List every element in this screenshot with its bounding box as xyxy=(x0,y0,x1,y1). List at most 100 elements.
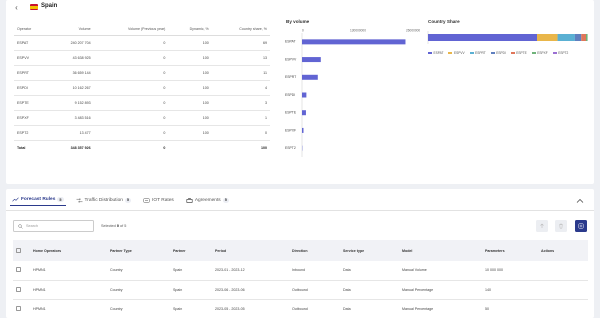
column-header-home-operators: Home Operators xyxy=(30,240,107,261)
delete-button[interactable] xyxy=(555,220,567,232)
row-checkbox[interactable] xyxy=(16,305,21,311)
cell-operator: ESPRT xyxy=(14,65,49,81)
y-tick-label: ESPAT xyxy=(285,40,296,44)
legend-label: ESPAT xyxy=(433,51,444,55)
legend-swatch xyxy=(531,52,536,54)
row-select-cell xyxy=(13,280,30,300)
cell-operator: ESPTE xyxy=(14,95,49,111)
column-header-period: Period xyxy=(212,240,289,261)
tab-count-badge: 5 xyxy=(124,197,132,203)
share-segment xyxy=(574,34,582,41)
tab-label: Traffic Distribution xyxy=(84,197,123,203)
tab-label: Agreements xyxy=(194,197,221,203)
row-checkbox[interactable] xyxy=(16,286,21,292)
x-tick-label: 130000000 xyxy=(350,29,366,32)
cell-partner: Spain xyxy=(170,299,212,318)
volume-bar-chart: 0 130000000 260000000 ESPAT ESPVV ESPRT ESPDI E… xyxy=(285,29,420,157)
collapse-chevron-up-icon[interactable] xyxy=(576,198,584,204)
cell-actions xyxy=(538,299,588,318)
legend-label: ESPDI xyxy=(496,51,506,55)
cell-actions xyxy=(538,280,588,300)
cell-volume: 13 477 xyxy=(48,125,94,141)
column-header-model: Model xyxy=(399,240,482,261)
search-input[interactable] xyxy=(26,224,86,228)
operator-row: ESPXF 3 483 516 0 100 1 xyxy=(14,110,270,126)
legend-label: ESPVV xyxy=(453,51,465,55)
y-tick-label: ESPRT xyxy=(285,75,296,79)
cell-model: Manual Percentage xyxy=(399,299,482,318)
tab-agreements[interactable]: Agreements 5 xyxy=(184,197,231,206)
briefcase-icon xyxy=(186,197,193,203)
selected-suffix: of 5 xyxy=(120,224,127,228)
tab-iot-rates[interactable]: IOT Rates xyxy=(141,197,176,206)
search-icon xyxy=(18,223,23,229)
selected-count: 0 xyxy=(116,224,119,228)
y-tick-label: ESPT2 xyxy=(285,146,296,150)
column-header-country-share: Country share, % xyxy=(211,23,270,36)
share-segment xyxy=(557,34,575,41)
distribution-icon xyxy=(76,197,83,203)
legend-item[interactable]: ESPAT xyxy=(428,51,443,55)
cell-operator: ESPVV xyxy=(14,50,49,66)
cell-dynamic: 100 xyxy=(168,65,212,81)
share-chart-title: Country Share xyxy=(428,19,460,24)
operator-row: ESPT2 13 477 0 100 0 xyxy=(14,125,270,141)
y-tick-label: ESPVV xyxy=(285,57,297,61)
x-tick-label: 0 xyxy=(302,29,304,32)
row-select-cell xyxy=(13,299,30,318)
tab-traffic-distribution[interactable]: Traffic Distribution 5 xyxy=(74,197,134,206)
legend-swatch xyxy=(490,52,495,54)
cell-service-type: Data xyxy=(340,280,399,300)
cell-operator: ESPAT xyxy=(14,35,49,51)
tab-label: IOT Rates xyxy=(152,197,174,203)
select-all-checkbox[interactable] xyxy=(16,247,21,253)
legend-item[interactable]: ESPTE xyxy=(510,51,527,55)
volume-bar xyxy=(302,92,307,98)
download-button[interactable] xyxy=(536,220,548,232)
legend-swatch xyxy=(469,52,474,54)
selection-status: Selected 0 of 5 xyxy=(101,224,126,228)
legend-label: ESPXF xyxy=(537,51,548,55)
cell-partner-type: Country xyxy=(107,280,170,300)
legend-item[interactable]: ESPT2 xyxy=(552,51,569,55)
legend-label: ESPT2 xyxy=(558,51,569,55)
country-share-chart xyxy=(427,31,588,44)
volume-bar xyxy=(302,110,306,116)
cell-direction: Outbound xyxy=(289,280,340,300)
back-button[interactable]: ‹ xyxy=(12,3,21,12)
column-header-actions: Actions xyxy=(538,240,588,261)
legend-item[interactable]: ESPXF xyxy=(531,51,548,55)
row-checkbox[interactable] xyxy=(16,267,21,273)
cell-direction: Outbound xyxy=(289,299,340,318)
forecast-rules-table: Home Operators Partner Type Partner Peri… xyxy=(13,240,588,318)
y-tick-label: ESPXF xyxy=(285,128,296,132)
legend-item[interactable]: ESPVV xyxy=(448,51,465,55)
search-box[interactable] xyxy=(13,220,94,232)
legend-item[interactable]: ESPDI xyxy=(490,51,506,55)
cell-volume: 9 152 893 xyxy=(48,95,94,111)
select-all-cell xyxy=(13,240,30,261)
volume-bar xyxy=(302,74,318,80)
total-dynamic xyxy=(168,140,211,155)
add-rule-button[interactable] xyxy=(575,220,587,232)
cell-operator: ESPXF xyxy=(14,110,49,126)
trend-icon xyxy=(12,197,19,202)
legend-item[interactable]: ESPRT xyxy=(469,51,486,55)
cell-period: 2023-06 - 2023-06 xyxy=(212,280,289,300)
operator-row: ESPDI 10 162 267 0 100 4 xyxy=(14,80,270,96)
cell-country-share: 69 xyxy=(211,35,270,51)
cell-period: 2023-05 - 2023-05 xyxy=(212,299,289,318)
cell-parameters: 10 000 000 xyxy=(482,261,538,281)
table-row[interactable]: HPMN1 Country Spain 2023-06 - 2023-06 Outbou… xyxy=(13,280,588,300)
tab-forecast-rules[interactable]: Forecast Rules 5 xyxy=(10,197,66,206)
total-row: Total 348 357 926 0 100 xyxy=(14,140,270,155)
column-header-partner: Partner xyxy=(170,240,212,261)
country-share-legend: ESPAT ESPVV ESPRT ESPDI ESPTE ESPXF ESPT2 xyxy=(428,51,588,55)
rules-table-header: Home Operators Partner Type Partner Peri… xyxy=(13,240,588,261)
cell-service-type: Data xyxy=(340,299,399,318)
cell-volume-previous-year: 0 xyxy=(93,50,169,66)
cell-volume: 240 207 704 xyxy=(48,35,94,51)
table-row[interactable]: HPMN1 Country Spain 2023-05 - 2023-05 Outbou… xyxy=(13,299,588,318)
column-header-partner-type: Partner Type xyxy=(107,240,170,261)
table-row[interactable]: HPMN1 Country Spain 2023-01 - 2023-12 Inboun… xyxy=(13,261,588,281)
